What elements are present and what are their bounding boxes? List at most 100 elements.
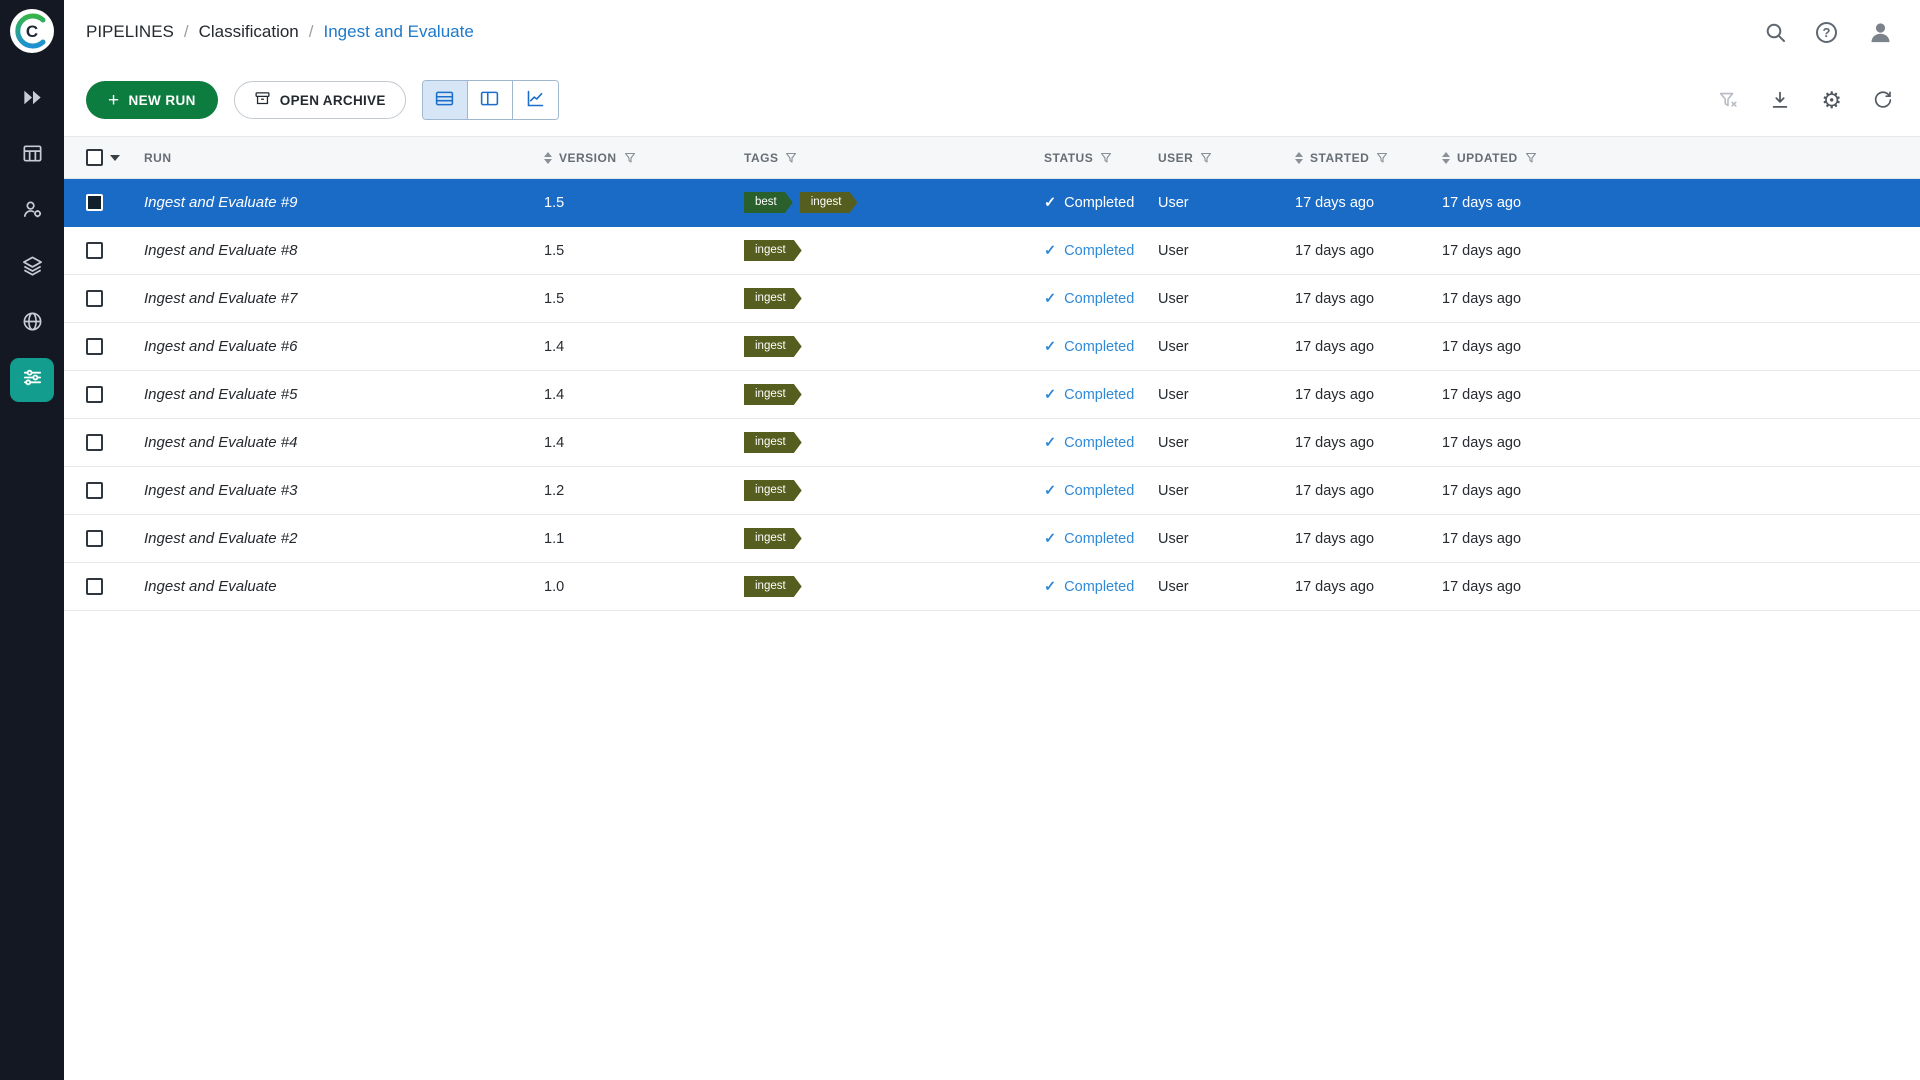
sidebar-item-workers[interactable] xyxy=(10,190,54,234)
clearml-logo[interactable]: C xyxy=(9,8,55,54)
filter-icon[interactable] xyxy=(1525,152,1537,164)
sidebar-item-reports[interactable] xyxy=(10,302,54,346)
run-started: 17 days ago xyxy=(1295,291,1442,307)
breadcrumb-project[interactable]: Classification xyxy=(199,22,299,42)
column-header-run[interactable]: RUN xyxy=(144,151,544,165)
run-status: ✓ Completed xyxy=(1044,435,1158,451)
table-row[interactable]: Ingest and Evaluate #9 1.5 bestingest ✓ … xyxy=(64,179,1920,227)
sidebar-item-datasets[interactable] xyxy=(10,134,54,178)
run-name-link[interactable]: Ingest and Evaluate #2 xyxy=(144,530,297,547)
row-checkbox[interactable] xyxy=(86,338,103,355)
column-header-user[interactable]: USER xyxy=(1158,151,1295,165)
search-icon[interactable] xyxy=(1765,22,1786,43)
run-name-link[interactable]: Ingest and Evaluate #7 xyxy=(144,290,297,307)
status-check-icon: ✓ xyxy=(1044,243,1056,259)
help-icon[interactable]: ? xyxy=(1816,22,1837,43)
run-name-link[interactable]: Ingest and Evaluate #5 xyxy=(144,386,297,403)
toolbar: + NEW RUN OPEN ARCHIVE xyxy=(64,64,1920,136)
sort-icon[interactable] xyxy=(1442,152,1450,164)
column-label: STARTED xyxy=(1310,151,1369,165)
table-row[interactable]: Ingest and Evaluate #3 1.2 ingest ✓ Comp… xyxy=(64,467,1920,515)
run-status: ✓ Completed xyxy=(1044,483,1158,499)
status-label: Completed xyxy=(1064,483,1134,499)
run-updated: 17 days ago xyxy=(1442,531,1920,547)
filter-icon[interactable] xyxy=(624,152,636,164)
run-name-link[interactable]: Ingest and Evaluate #4 xyxy=(144,434,297,451)
sidebar-item-projects[interactable] xyxy=(10,78,54,122)
row-checkbox[interactable] xyxy=(86,434,103,451)
table-row[interactable]: Ingest and Evaluate #2 1.1 ingest ✓ Comp… xyxy=(64,515,1920,563)
run-name-link[interactable]: Ingest and Evaluate #3 xyxy=(144,482,297,499)
run-user: User xyxy=(1158,243,1295,259)
select-all-checkbox[interactable] xyxy=(86,149,103,166)
column-header-tags[interactable]: TAGS xyxy=(744,151,1044,165)
column-header-started[interactable]: STARTED xyxy=(1295,151,1442,165)
run-user: User xyxy=(1158,291,1295,307)
filter-icon[interactable] xyxy=(1376,152,1388,164)
tag-list: ingest xyxy=(744,432,1044,454)
metrics-view-icon xyxy=(525,88,546,112)
run-name-link[interactable]: Ingest and Evaluate xyxy=(144,578,277,595)
sort-icon[interactable] xyxy=(1295,152,1303,164)
run-updated: 17 days ago xyxy=(1442,291,1920,307)
table-row[interactable]: Ingest and Evaluate #5 1.4 ingest ✓ Comp… xyxy=(64,371,1920,419)
run-cell: Ingest and Evaluate #8 xyxy=(144,242,544,259)
row-checkbox[interactable] xyxy=(86,194,103,211)
filter-icon[interactable] xyxy=(1100,152,1112,164)
run-version: 1.4 xyxy=(544,339,744,355)
row-checkbox[interactable] xyxy=(86,482,103,499)
view-toggle-group xyxy=(422,80,559,120)
settings-icon[interactable]: ⚙ xyxy=(1821,89,1842,112)
row-checkbox-cell xyxy=(64,338,144,355)
row-checkbox-cell xyxy=(64,482,144,499)
run-name-link[interactable]: Ingest and Evaluate #8 xyxy=(144,242,297,259)
table-row[interactable]: Ingest and Evaluate #7 1.5 ingest ✓ Comp… xyxy=(64,275,1920,323)
column-header-status[interactable]: STATUS xyxy=(1044,151,1158,165)
table-row[interactable]: Ingest and Evaluate #6 1.4 ingest ✓ Comp… xyxy=(64,323,1920,371)
user-avatar-icon[interactable] xyxy=(1867,19,1894,46)
run-name-link[interactable]: Ingest and Evaluate #9 xyxy=(144,194,297,211)
sidebar-item-pipelines[interactable] xyxy=(10,358,54,402)
auto-refresh-icon[interactable] xyxy=(1872,89,1894,111)
tag-list: ingest xyxy=(744,576,1044,598)
column-label: VERSION xyxy=(559,151,617,165)
svg-text:C: C xyxy=(26,22,38,41)
status-label: Completed xyxy=(1064,195,1134,211)
row-checkbox[interactable] xyxy=(86,242,103,259)
tag-badge: ingest xyxy=(744,384,802,406)
table-view-button[interactable] xyxy=(423,81,468,119)
run-status: ✓ Completed xyxy=(1044,339,1158,355)
run-status: ✓ Completed xyxy=(1044,531,1158,547)
filter-icon[interactable] xyxy=(785,152,797,164)
sort-icon[interactable] xyxy=(544,152,552,164)
table-row[interactable]: Ingest and Evaluate #8 1.5 ingest ✓ Comp… xyxy=(64,227,1920,275)
clear-filters-icon[interactable] xyxy=(1717,89,1739,111)
table-row[interactable]: Ingest and Evaluate #4 1.4 ingest ✓ Comp… xyxy=(64,419,1920,467)
select-all-caret-icon[interactable] xyxy=(110,155,120,161)
run-user: User xyxy=(1158,387,1295,403)
metrics-view-button[interactable] xyxy=(513,81,558,119)
table-row[interactable]: Ingest and Evaluate 1.0 ingest ✓ Complet… xyxy=(64,563,1920,611)
row-checkbox[interactable] xyxy=(86,386,103,403)
download-icon[interactable] xyxy=(1769,89,1791,111)
row-checkbox[interactable] xyxy=(86,530,103,547)
breadcrumb-pipelines[interactable]: PIPELINES xyxy=(86,22,174,42)
run-name-link[interactable]: Ingest and Evaluate #6 xyxy=(144,338,297,355)
column-header-updated[interactable]: UPDATED xyxy=(1442,151,1920,165)
row-checkbox[interactable] xyxy=(86,290,103,307)
tag-list: bestingest xyxy=(744,192,1044,214)
worker-icon xyxy=(21,198,44,226)
breadcrumb-separator: / xyxy=(309,22,314,42)
status-check-icon: ✓ xyxy=(1044,387,1056,403)
filter-icon[interactable] xyxy=(1200,152,1212,164)
run-cell: Ingest and Evaluate #5 xyxy=(144,386,544,403)
open-archive-button[interactable]: OPEN ARCHIVE xyxy=(234,81,406,119)
run-status: ✓ Completed xyxy=(1044,387,1158,403)
sidebar-item-models[interactable] xyxy=(10,246,54,290)
run-cell: Ingest and Evaluate #9 xyxy=(144,194,544,211)
split-view-button[interactable] xyxy=(468,81,513,119)
run-started: 17 days ago xyxy=(1295,531,1442,547)
column-header-version[interactable]: VERSION xyxy=(544,151,744,165)
row-checkbox[interactable] xyxy=(86,578,103,595)
new-run-button[interactable]: + NEW RUN xyxy=(86,81,218,119)
